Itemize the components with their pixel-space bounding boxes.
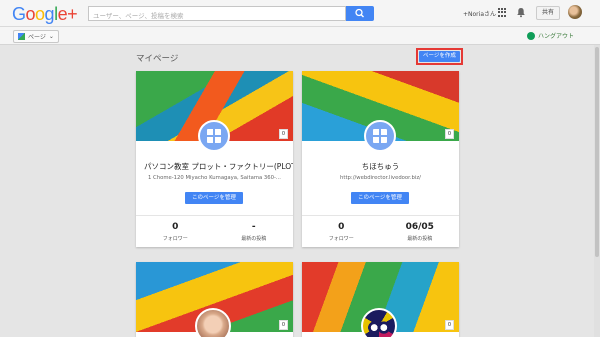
notification-count-badge: 0 [279,129,288,139]
sub-bar: ページ ⌄ ハングアウト [0,27,600,45]
card-stats: 0 フォロワー 06/05 最新の投稿 [302,215,459,247]
card-title[interactable]: ちほちゅう [302,161,459,172]
latest-post-label: 最新の投稿 [241,236,267,242]
search-input[interactable]: ユーザー、ページ、投稿を検索 [88,6,346,21]
followers-stat: 0 フォロワー [136,216,215,247]
google-plus-logo[interactable]: Google+ [12,4,78,25]
search-button[interactable] [346,6,374,21]
scrollbar[interactable] [594,45,600,337]
card-stats: 0 フォロワー - 最新の投稿 [136,215,293,247]
latest-post-stat: 06/05 最新の投稿 [381,216,460,247]
page-card[interactable]: 0 パソコン教室 プロット・ファクトリー(PLOT-F... 1 Chome-1… [136,71,293,247]
followers-label: フォロワー [328,236,354,242]
page-card[interactable]: 0 [136,262,293,337]
card-url: http://webdirector.livedoor.biz/ [340,175,421,181]
latest-post-value: - [251,222,256,232]
create-page-button[interactable]: ページを作成 [419,51,460,62]
latest-post-label: 最新の投稿 [407,236,433,242]
user-name-link[interactable]: +Noriaさん [463,9,496,18]
hangout-button[interactable]: ハングアウト [527,31,574,40]
page-card[interactable]: 0 [302,262,459,337]
followers-label: フォロワー [162,236,188,242]
page-profile-icon [364,120,396,152]
top-bar: Google+ ユーザー、ページ、投稿を検索 +Noriaさん 共有 [0,0,600,27]
page-profile-icon [198,120,230,152]
followers-count: 0 [172,222,179,232]
share-button[interactable]: 共有 [536,6,560,20]
page-profile-photo [361,308,397,337]
notification-count-badge: 0 [279,320,288,330]
manage-page-button[interactable]: このページを管理 [185,192,243,204]
search-icon [355,8,364,18]
latest-post-stat: - 最新の投稿 [215,216,294,247]
hangout-icon [527,31,535,40]
latest-post-value: 06/05 [405,222,434,232]
scrollbar-thumb[interactable] [595,47,599,257]
card-title[interactable]: パソコン教室 プロット・ファクトリー(PLOT-F... [136,161,293,172]
user-avatar[interactable] [568,5,582,19]
followers-count: 0 [338,222,345,232]
create-page-highlight: ページを作成 [416,48,463,65]
page-switch-label: ページ [28,34,46,41]
notification-count-badge: 0 [445,129,454,139]
page-profile-photo [195,308,231,337]
chevron-down-icon: ⌄ [48,33,54,40]
hangout-label: ハングアウト [538,33,575,40]
notification-bell-icon[interactable] [516,7,526,18]
page-title: マイページ [136,54,179,64]
followers-stat: 0 フォロワー [302,216,381,247]
page-switch-dropdown[interactable]: ページ ⌄ [13,30,59,43]
page-card[interactable]: 0 ちほちゅう http://webdirector.livedoor.biz/… [302,71,459,247]
pages-icon [18,33,25,40]
apps-grid-icon[interactable] [498,8,507,17]
notification-count-badge: 0 [445,320,454,330]
manage-page-button[interactable]: このページを管理 [351,192,409,204]
card-address: 1 Chome-120 Miyacho Kumagaya, Saitama 36… [148,175,281,181]
